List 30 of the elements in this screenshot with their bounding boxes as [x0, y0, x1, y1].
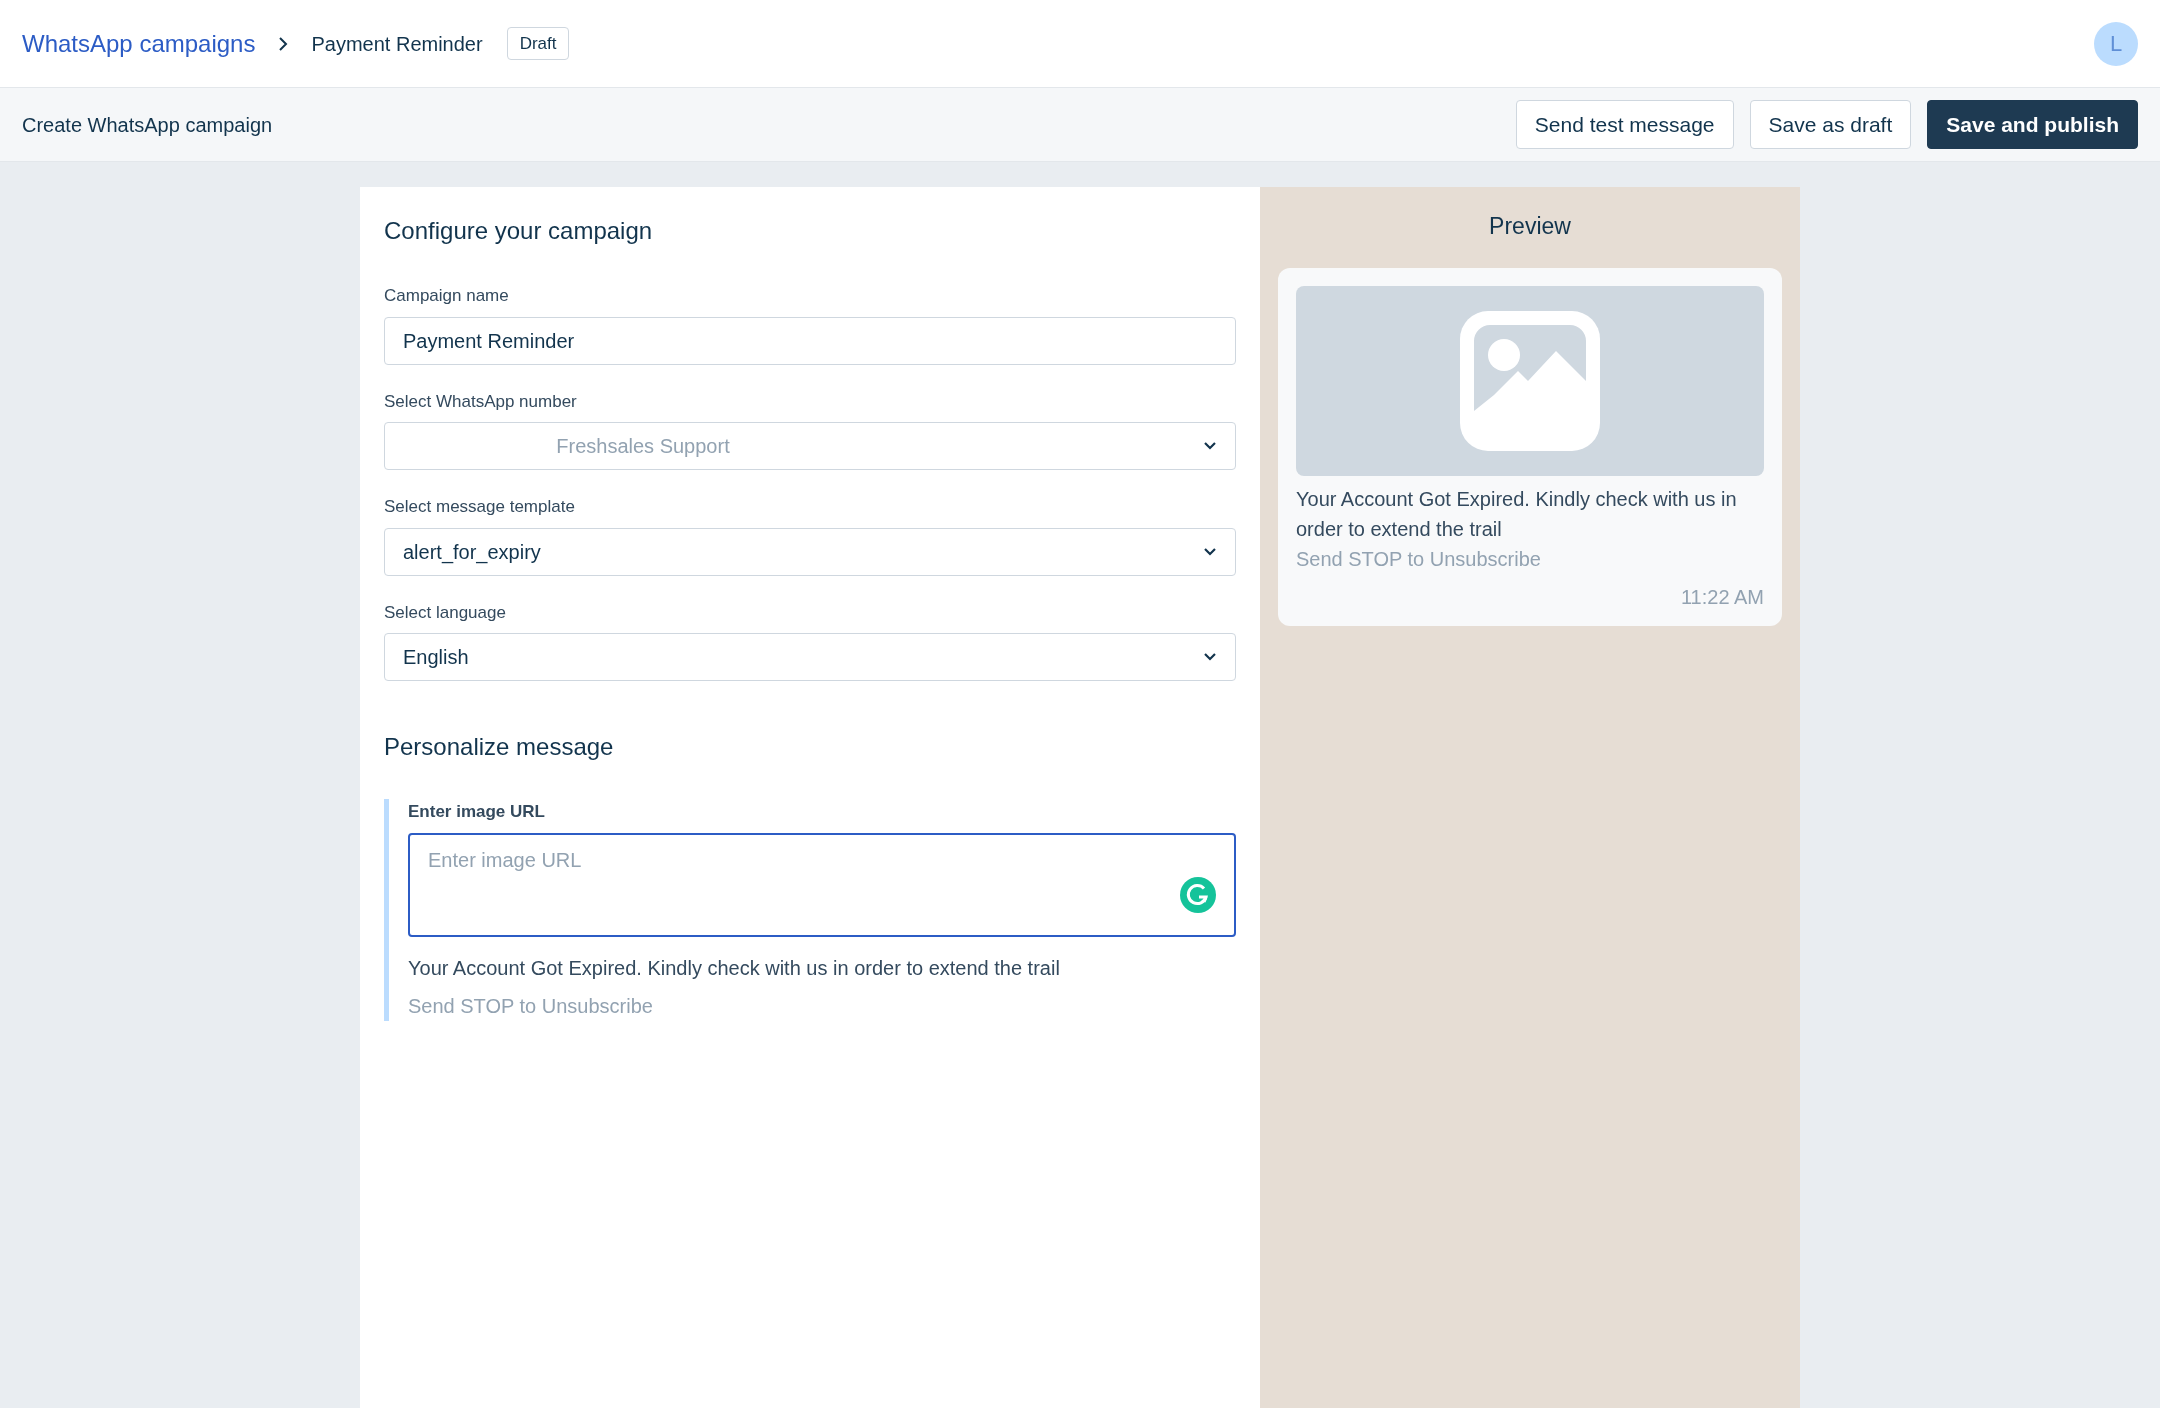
- unsubscribe-text: Send STOP to Unsubscribe: [1296, 546, 1542, 572]
- message-time: 11:22 AM: [1679, 584, 1764, 610]
- field-label: Select message template: [384, 496, 576, 518]
- image-icon: [1460, 310, 1600, 451]
- page-title: Create WhatsApp campaign: [22, 112, 273, 138]
- publish-button[interactable]: Save and publish: [1927, 99, 2138, 150]
- breadcrumb-link[interactable]: WhatsApp campaigns: [22, 25, 256, 62]
- grammar-assistant-icon[interactable]: [1180, 876, 1216, 913]
- toolbar-button[interactable]: Send test message: [1515, 99, 1734, 150]
- select-field[interactable]: English: [384, 633, 1236, 681]
- section-title: Configure your campaign: [384, 216, 654, 246]
- select-field[interactable]: alert_for_expiry: [384, 527, 1236, 576]
- preview-title: Preview: [1488, 212, 1572, 241]
- toolbar-button[interactable]: Save as draft: [1749, 99, 1912, 150]
- section-title: Personalize message: [384, 732, 615, 762]
- unsubscribe-text: Send STOP to Unsubscribe: [408, 993, 654, 1019]
- chevron-right-icon: [277, 35, 290, 52]
- input-field[interactable]: Payment Reminder: [384, 316, 1236, 365]
- message-text: Your Account Got Expired. Kindly check with us in order to extend the trail: [408, 955, 1061, 981]
- chevron-down-icon: [1203, 546, 1217, 557]
- field-label: Select WhatsApp number: [384, 390, 578, 413]
- chevron-down-icon: [1203, 652, 1217, 662]
- field-label: Enter image URL: [408, 801, 546, 823]
- message-text: Your Account Got Expired. Kindly check with us in order to extend the trail: [1296, 486, 1738, 542]
- url-input-field[interactable]: Enter image URL: [408, 832, 1236, 937]
- field-label: Campaign name: [384, 285, 510, 307]
- status-tag: Draft: [506, 26, 570, 61]
- field-label: Select language: [384, 601, 507, 624]
- chevron-down-icon: [1203, 441, 1217, 451]
- breadcrumb-current: Payment Reminder: [311, 31, 483, 57]
